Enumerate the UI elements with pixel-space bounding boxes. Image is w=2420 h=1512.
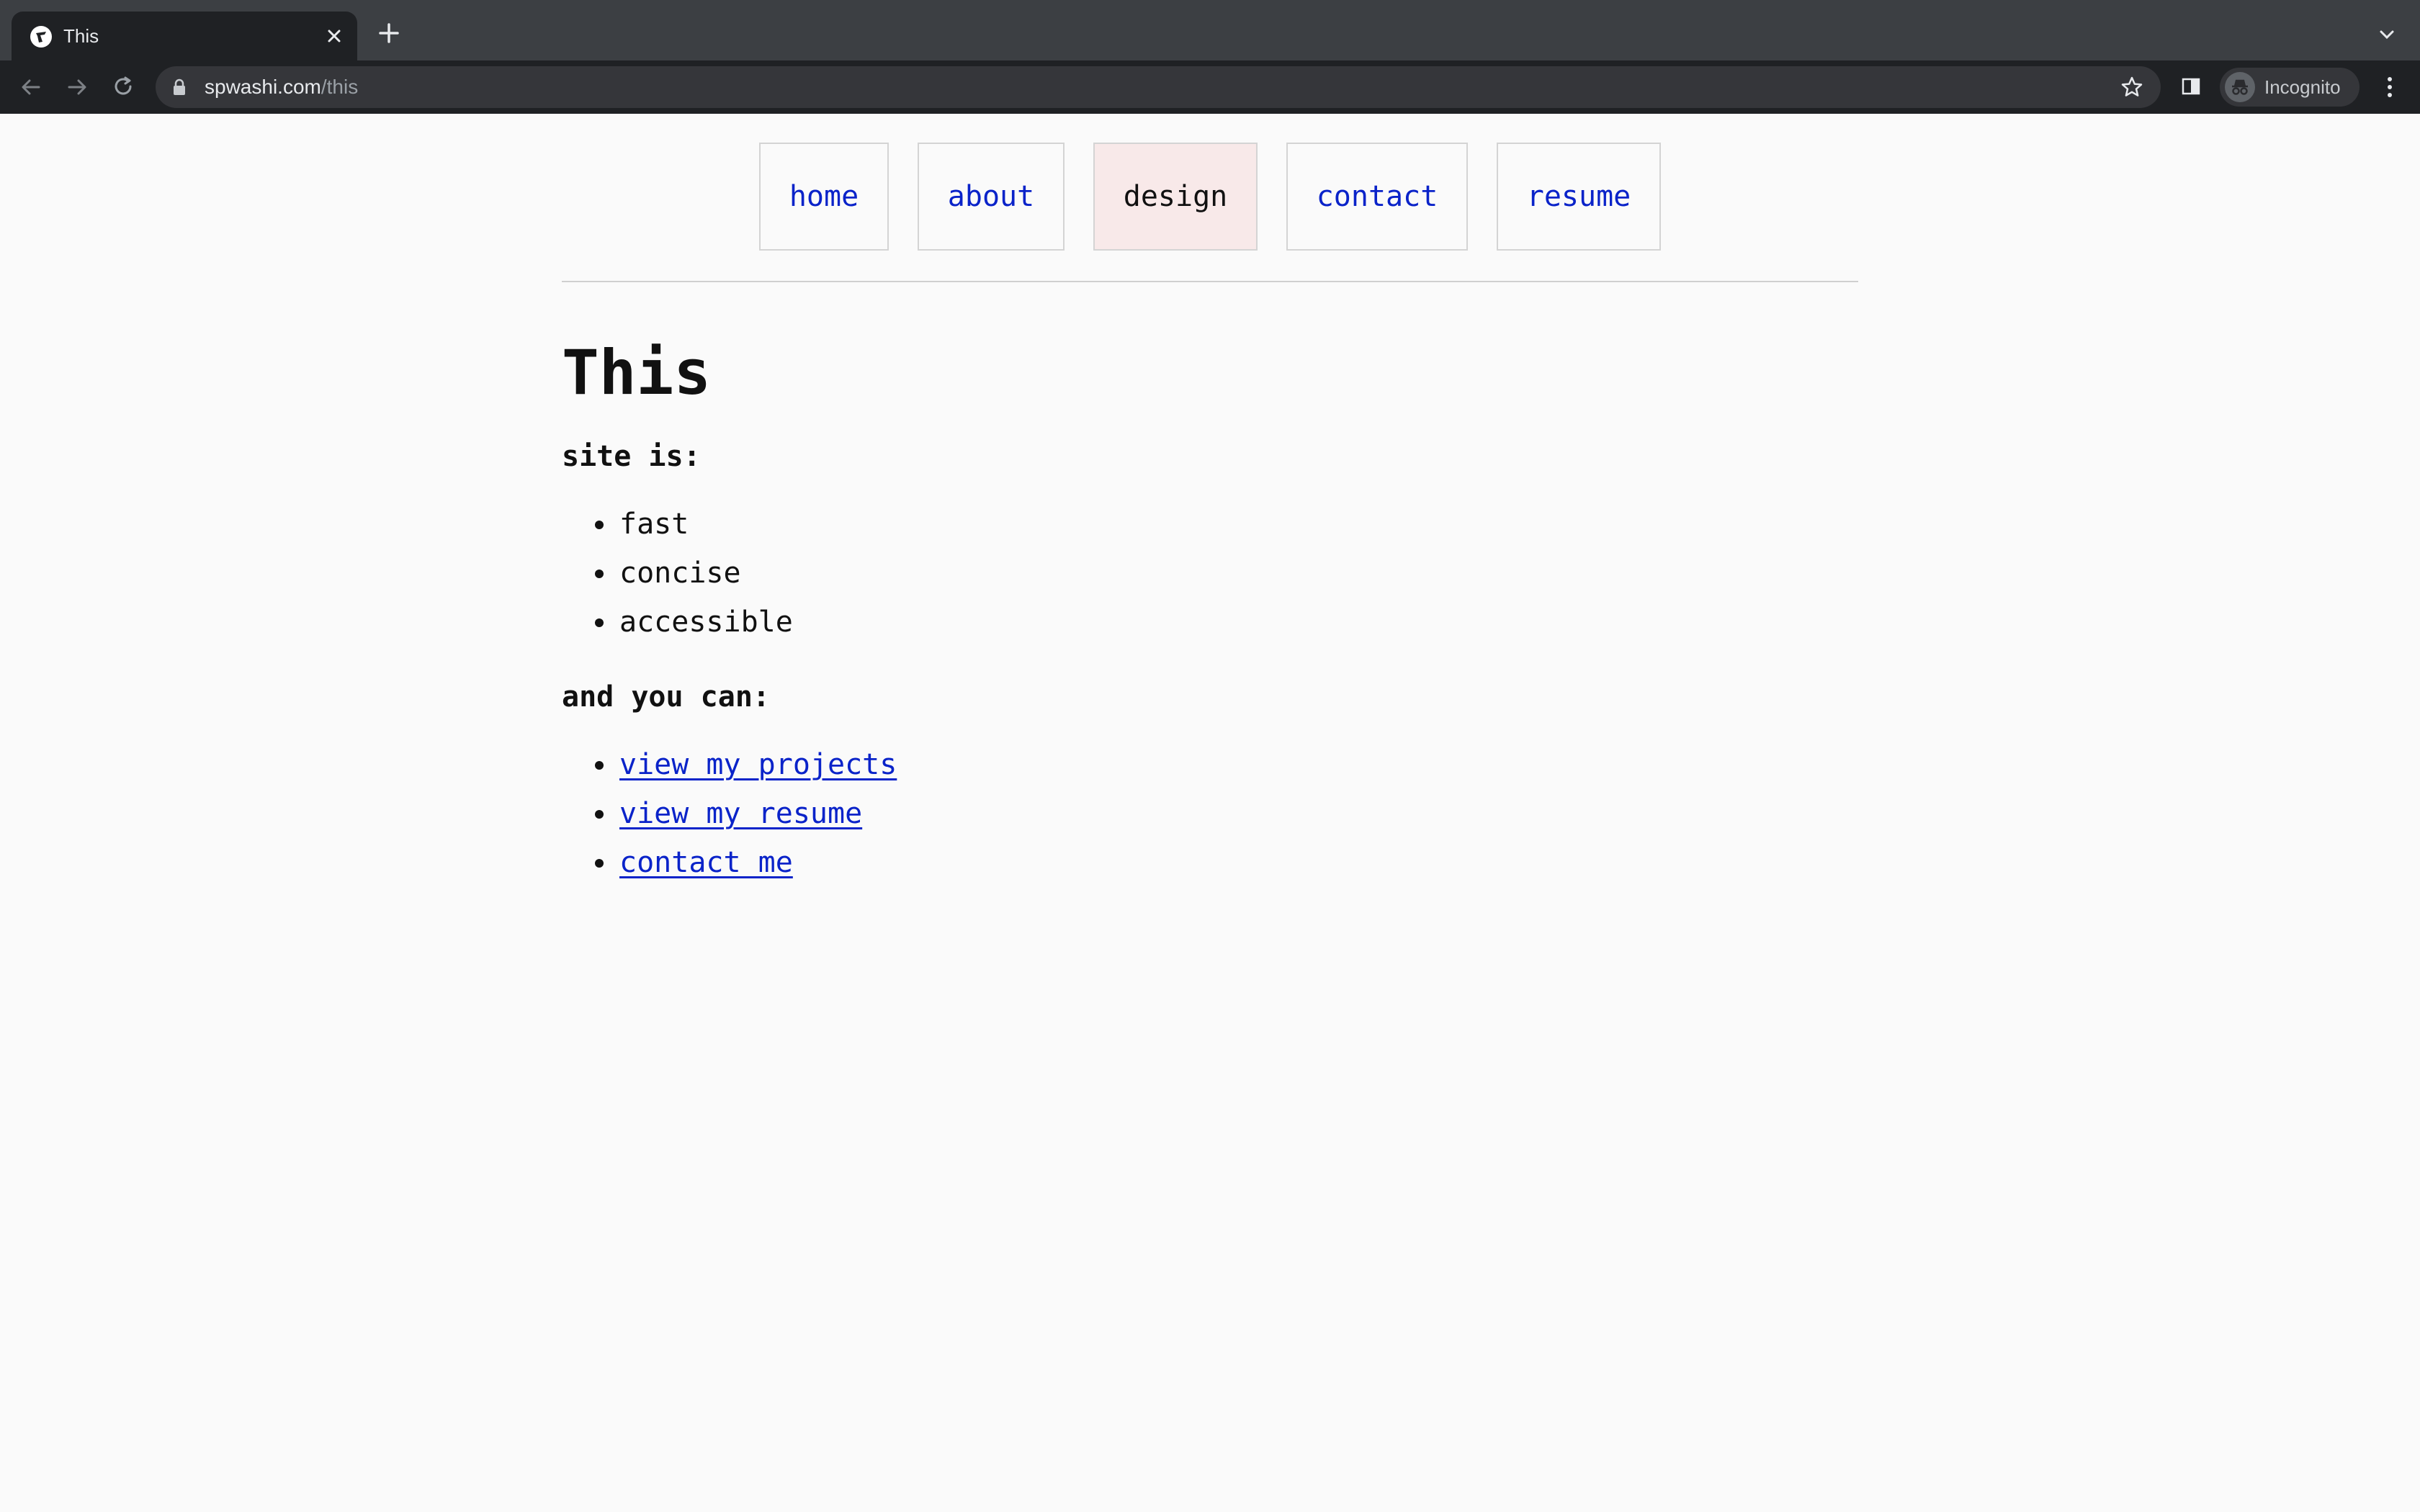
main-content: This site is: fast concise accessible an… xyxy=(562,330,1858,916)
incognito-label: Incognito xyxy=(2264,76,2341,98)
list-item-accessible: accessible xyxy=(562,598,1858,647)
side-panel-icon[interactable] xyxy=(2178,73,2204,99)
list-item-resume: view my resume xyxy=(562,789,1858,838)
more-menu-icon[interactable] xyxy=(2377,73,2403,101)
site-favicon-icon xyxy=(30,26,52,48)
nav-contact-link[interactable]: contact xyxy=(1286,143,1468,251)
actions-list: view my projects view my resume contact … xyxy=(562,740,1858,887)
lock-icon[interactable] xyxy=(171,78,187,96)
browser-tab[interactable]: This xyxy=(12,12,357,60)
list-item-contact: contact me xyxy=(562,838,1858,887)
nav-resume-link[interactable]: resume xyxy=(1497,143,1661,251)
view-resume-link[interactable]: view my resume xyxy=(619,797,862,830)
nav-divider xyxy=(562,281,1858,282)
url-text[interactable]: spwashi.com/this xyxy=(205,74,358,100)
close-tab-icon[interactable] xyxy=(321,23,347,49)
page-viewport: home about design contact resume This si… xyxy=(0,114,2420,1512)
bookmark-star-icon[interactable] xyxy=(2119,74,2145,100)
new-tab-icon[interactable] xyxy=(376,20,402,46)
nav-design-link[interactable]: design xyxy=(1093,143,1258,251)
view-projects-link[interactable]: view my projects xyxy=(619,748,897,781)
site-nav: home about design contact resume xyxy=(0,143,2420,251)
address-bar[interactable]: spwashi.com/this xyxy=(156,66,2161,108)
forward-arrow-icon[interactable] xyxy=(63,73,91,101)
list-item-projects: view my projects xyxy=(562,740,1858,789)
back-arrow-icon[interactable] xyxy=(17,73,45,101)
you-can-heading: and you can: xyxy=(562,680,770,714)
list-item-concise: concise xyxy=(562,549,1858,598)
list-item-fast: fast xyxy=(562,500,1858,549)
contact-me-link[interactable]: contact me xyxy=(619,846,793,879)
reload-icon[interactable] xyxy=(109,73,137,101)
incognito-profile-button[interactable]: Incognito xyxy=(2220,68,2360,107)
nav-about-link[interactable]: about xyxy=(918,143,1065,251)
chevron-down-icon[interactable] xyxy=(2375,23,2398,46)
tab-title: This xyxy=(63,25,99,47)
url-path: /this xyxy=(321,76,359,98)
url-host: spwashi.com xyxy=(205,76,321,98)
nav-home-link[interactable]: home xyxy=(759,143,889,251)
incognito-icon xyxy=(2225,72,2255,102)
tab-strip: This xyxy=(0,0,2420,60)
browser-toolbar: spwashi.com/this Incognito xyxy=(0,60,2420,114)
site-is-heading: site is: xyxy=(562,440,701,473)
qualities-list: fast concise accessible xyxy=(562,500,1858,647)
page-title: This xyxy=(562,337,712,409)
